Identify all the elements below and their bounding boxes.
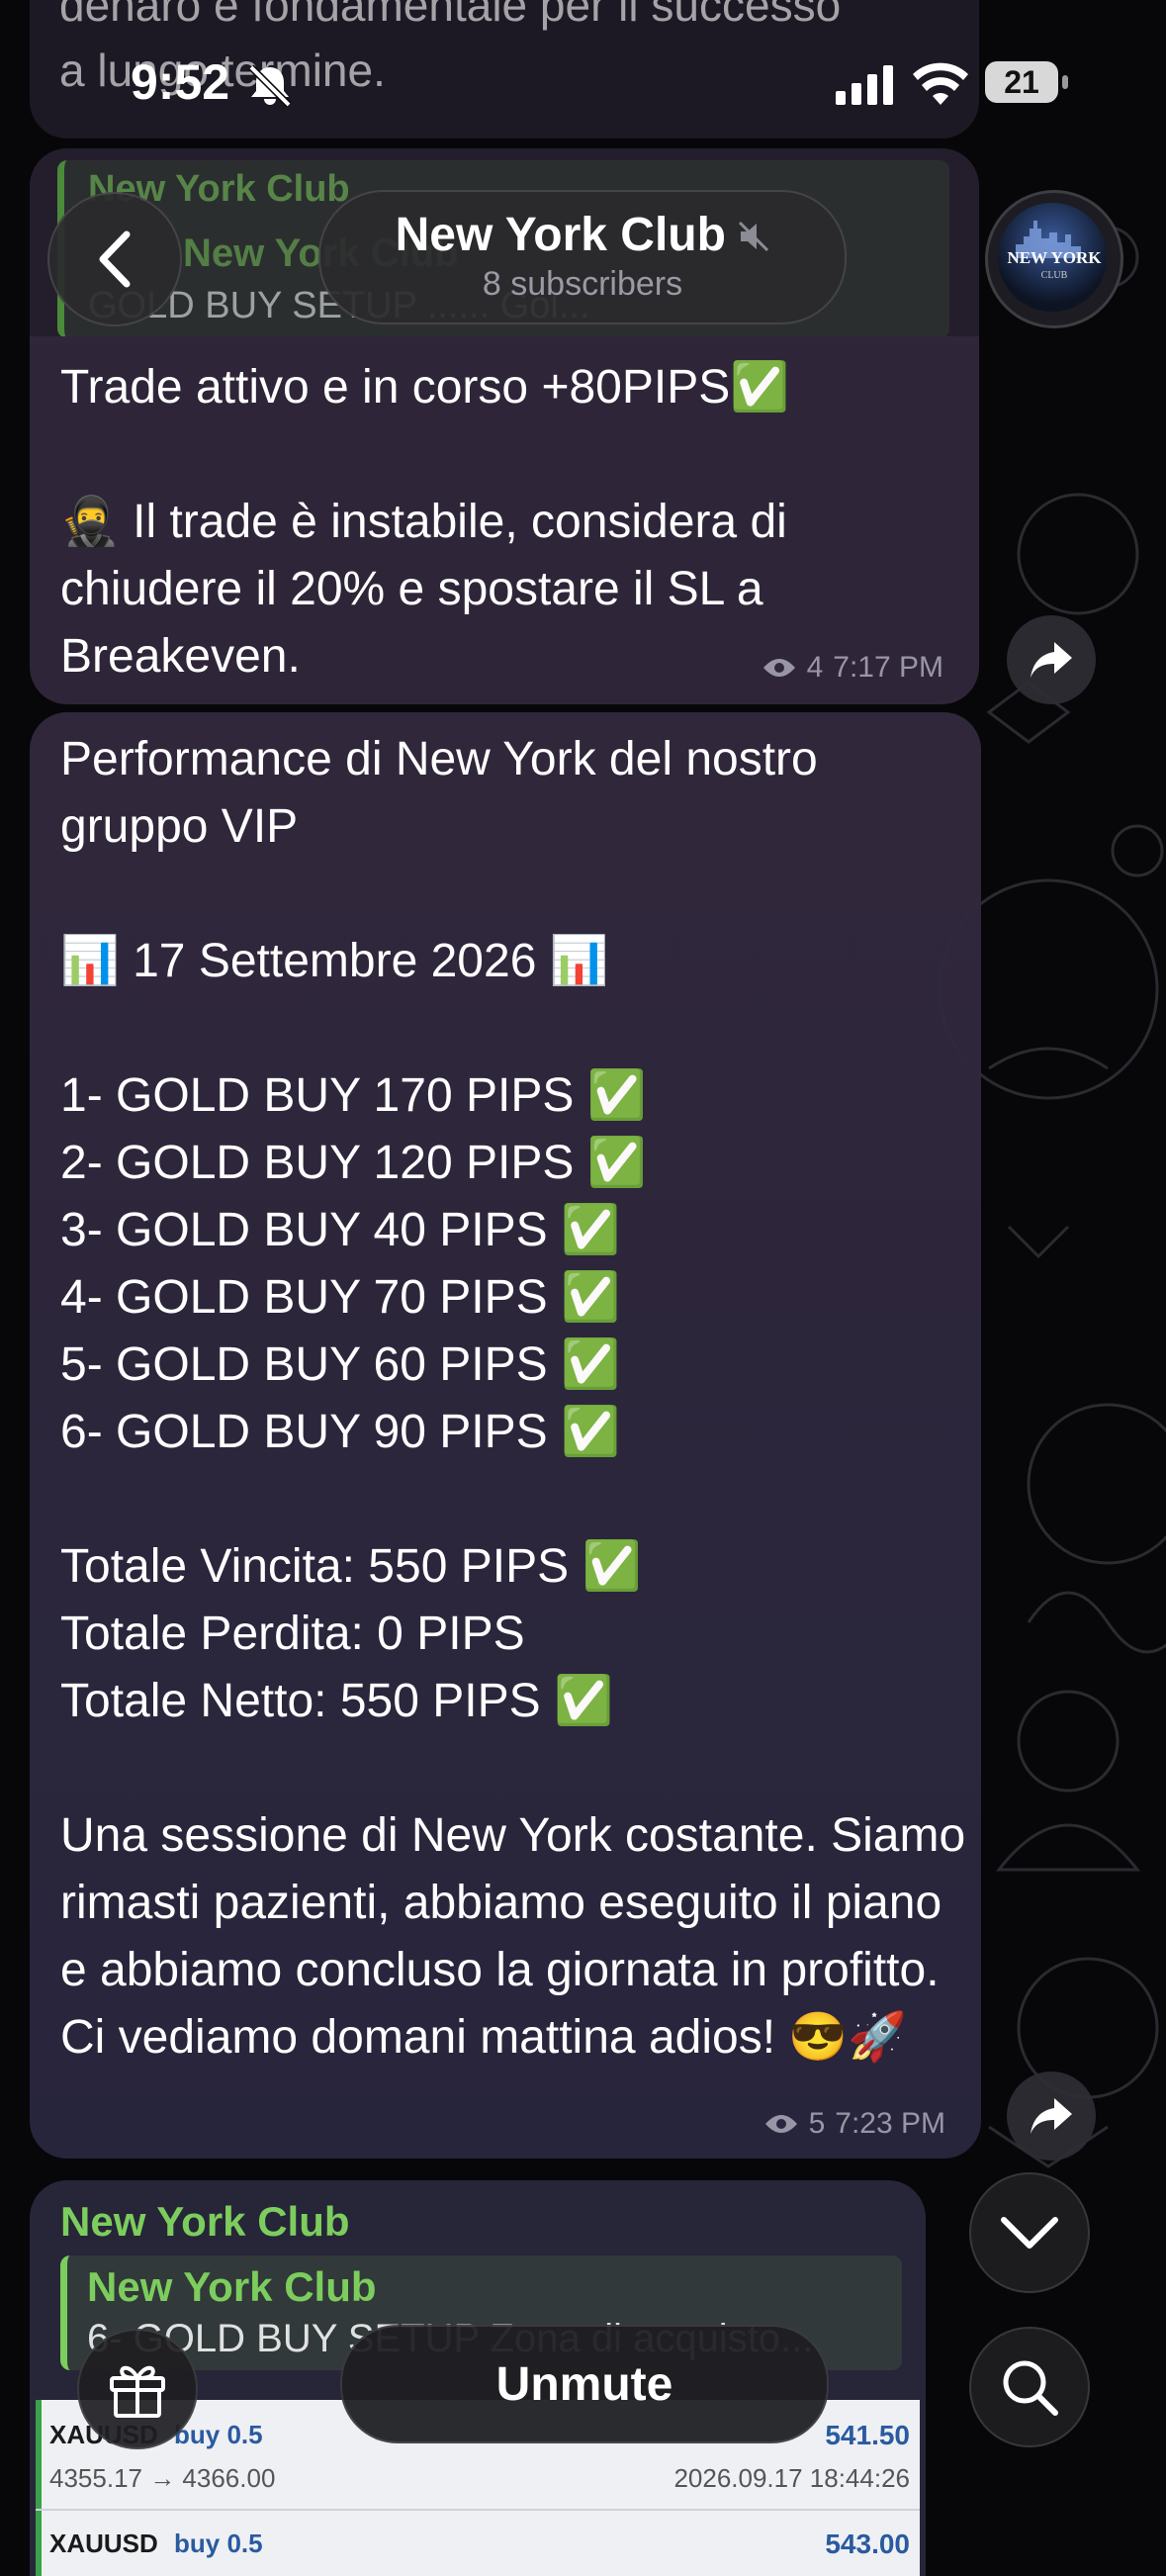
search-icon: [1003, 2360, 1058, 2416]
trade-profit: 543.00: [825, 2529, 910, 2559]
message-time: 7:23 PM: [835, 2107, 945, 2140]
avatar-sublabel: CLUB: [1040, 270, 1068, 281]
back-button[interactable]: [47, 192, 182, 326]
channel-title: New York Club: [395, 209, 726, 261]
views-eye-icon: [764, 2115, 797, 2133]
battery-icon: 21: [985, 61, 1058, 103]
trade-datetime: 2026.09.17 18:44:26: [673, 2463, 910, 2493]
cellular-signal-icon: [836, 65, 893, 105]
trade-side: buy 0.5: [174, 2529, 263, 2558]
view-count: 4: [806, 651, 824, 684]
message-bubble[interactable]: Trade attivo e in corso +80PIPS✅ 🥷 Il tr…: [30, 336, 979, 704]
gift-icon: [110, 2365, 165, 2418]
message-sender: New York Club: [60, 2198, 350, 2245]
share-arrow-icon: [1031, 2098, 1072, 2134]
bell-muted-icon: [248, 64, 292, 107]
message-bubble[interactable]: Performance di New York del nostro grupp…: [30, 712, 981, 2159]
trade-side: buy 0.5: [174, 2420, 263, 2449]
trade-profit: 541.50: [825, 2420, 910, 2450]
chevron-down-icon: [1001, 2217, 1058, 2249]
avatar-label: NEW YORK: [1007, 248, 1102, 267]
trade-prices: 4355.17 → 4366.00: [49, 2463, 276, 2493]
muted-speaker-icon: [739, 221, 769, 252]
battery-level: 21: [1004, 64, 1039, 100]
unmute-label: Unmute: [495, 2357, 673, 2411]
unmute-button[interactable]: Unmute: [340, 2325, 829, 2443]
gift-button[interactable]: [77, 2329, 198, 2449]
chevron-left-icon: [99, 230, 131, 288]
reply-sender-name: New York Club: [87, 2263, 377, 2310]
forward-button[interactable]: [1007, 615, 1096, 704]
status-bar: 9:52 21: [0, 0, 1166, 168]
view-count: 5: [808, 2107, 826, 2140]
message-text: Performance di New York del nostro grupp…: [60, 733, 966, 2064]
forward-button[interactable]: [1007, 2071, 1096, 2161]
message-meta: 5 7:23 PM: [763, 2107, 945, 2141]
channel-avatar[interactable]: NEW YORK CLUB: [985, 190, 1123, 328]
message-text: Trade attivo e in corso +80PIPS✅ 🥷 Il tr…: [60, 361, 790, 683]
channel-title-pill[interactable]: New York Club 8 subscribers: [318, 190, 847, 324]
search-button[interactable]: [969, 2327, 1090, 2447]
subscriber-count: 8 subscribers: [482, 265, 683, 303]
message-time: 7:17 PM: [833, 651, 943, 684]
trade-symbol: XAUUSD: [49, 2529, 158, 2558]
share-arrow-icon: [1031, 642, 1072, 678]
views-eye-icon: [762, 659, 795, 677]
status-time: 9:52: [131, 54, 230, 110]
wifi-icon: [913, 62, 968, 105]
message-meta: 4 7:17 PM: [762, 651, 943, 685]
scroll-down-button[interactable]: [969, 2172, 1090, 2293]
